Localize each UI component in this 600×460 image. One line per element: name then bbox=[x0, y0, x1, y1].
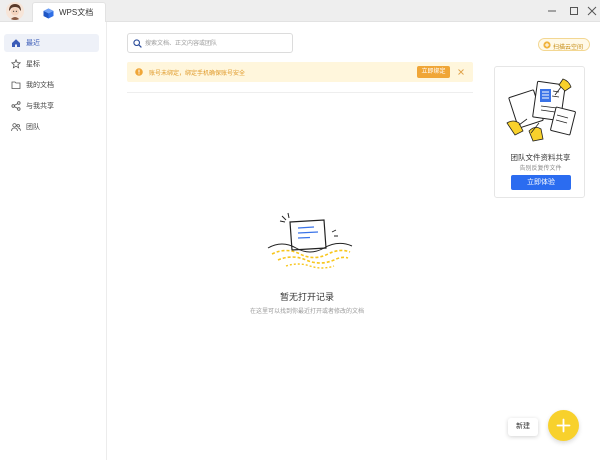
search-icon bbox=[133, 39, 142, 48]
plus-circle-icon bbox=[543, 41, 551, 49]
minimize-button[interactable] bbox=[544, 3, 560, 19]
empty-state-title: 暂无打开记录 bbox=[279, 292, 334, 302]
warning-text: 账号未绑定，绑定手机确保账号安全 bbox=[149, 71, 246, 77]
new-document-button[interactable] bbox=[548, 410, 579, 441]
open-cloud-label: 扫描云空间 bbox=[553, 45, 584, 51]
sidebar-item-label: 我的文档 bbox=[26, 82, 54, 89]
avatar-image bbox=[6, 2, 24, 20]
sidebar: 最近 星标 我的文档 与我共享 团队 bbox=[0, 22, 107, 460]
wps-cube-icon bbox=[43, 8, 54, 19]
home-icon bbox=[12, 39, 20, 47]
star-icon bbox=[11, 59, 21, 69]
sidebar-item-label: 与我共享 bbox=[26, 103, 54, 110]
promo-title: 团队文件资料共享 bbox=[510, 153, 571, 162]
minimize-icon bbox=[548, 10, 556, 12]
empty-state-subtitle: 在这里可以找到你最近打开或者修改的文档 bbox=[249, 309, 364, 315]
tab-wps-docs[interactable]: WPS文档 bbox=[32, 2, 106, 22]
plus-icon bbox=[556, 418, 571, 433]
new-tooltip-label[interactable]: 新建 bbox=[508, 418, 538, 436]
sidebar-item-label: 最近 bbox=[26, 40, 40, 47]
divider bbox=[127, 92, 473, 93]
title-bar: WPS文档 bbox=[0, 0, 600, 22]
sidebar-item-my-docs[interactable]: 我的文档 bbox=[4, 76, 99, 94]
sidebar-item-label: 星标 bbox=[26, 61, 40, 68]
maximize-icon bbox=[570, 7, 578, 15]
tab-label: WPS文档 bbox=[59, 8, 94, 17]
close-icon bbox=[587, 6, 597, 16]
promo-subtitle: 告别反复传文件 bbox=[519, 166, 562, 172]
empty-records-illustration bbox=[267, 212, 353, 269]
open-cloud-button[interactable]: 扫描云空间 bbox=[538, 38, 590, 51]
close-icon[interactable] bbox=[457, 68, 465, 76]
bind-now-button[interactable]: 立即绑定 bbox=[417, 66, 450, 78]
try-now-button[interactable]: 立即体验 bbox=[511, 175, 571, 190]
team-promo-card: 团队文件资料共享 告别反复传文件 立即体验 bbox=[494, 66, 585, 198]
sidebar-item-label: 团队 bbox=[26, 124, 40, 131]
share-icon bbox=[11, 101, 21, 111]
sidebar-item-recent[interactable]: 最近 bbox=[4, 34, 99, 52]
search-input[interactable] bbox=[145, 37, 290, 50]
team-icon bbox=[11, 123, 21, 132]
warning-icon bbox=[135, 68, 143, 76]
search-box[interactable] bbox=[127, 33, 293, 53]
folder-icon bbox=[11, 81, 21, 89]
team-share-illustration bbox=[506, 78, 576, 142]
sidebar-item-starred[interactable]: 星标 bbox=[4, 55, 99, 73]
sidebar-item-shared[interactable]: 与我共享 bbox=[4, 97, 99, 115]
maximize-button[interactable] bbox=[566, 3, 582, 19]
sidebar-item-team[interactable]: 团队 bbox=[4, 118, 99, 136]
bind-account-warning: 账号未绑定，绑定手机确保账号安全 立即绑定 bbox=[127, 62, 473, 82]
user-avatar[interactable] bbox=[6, 2, 24, 20]
close-button[interactable] bbox=[586, 3, 600, 19]
